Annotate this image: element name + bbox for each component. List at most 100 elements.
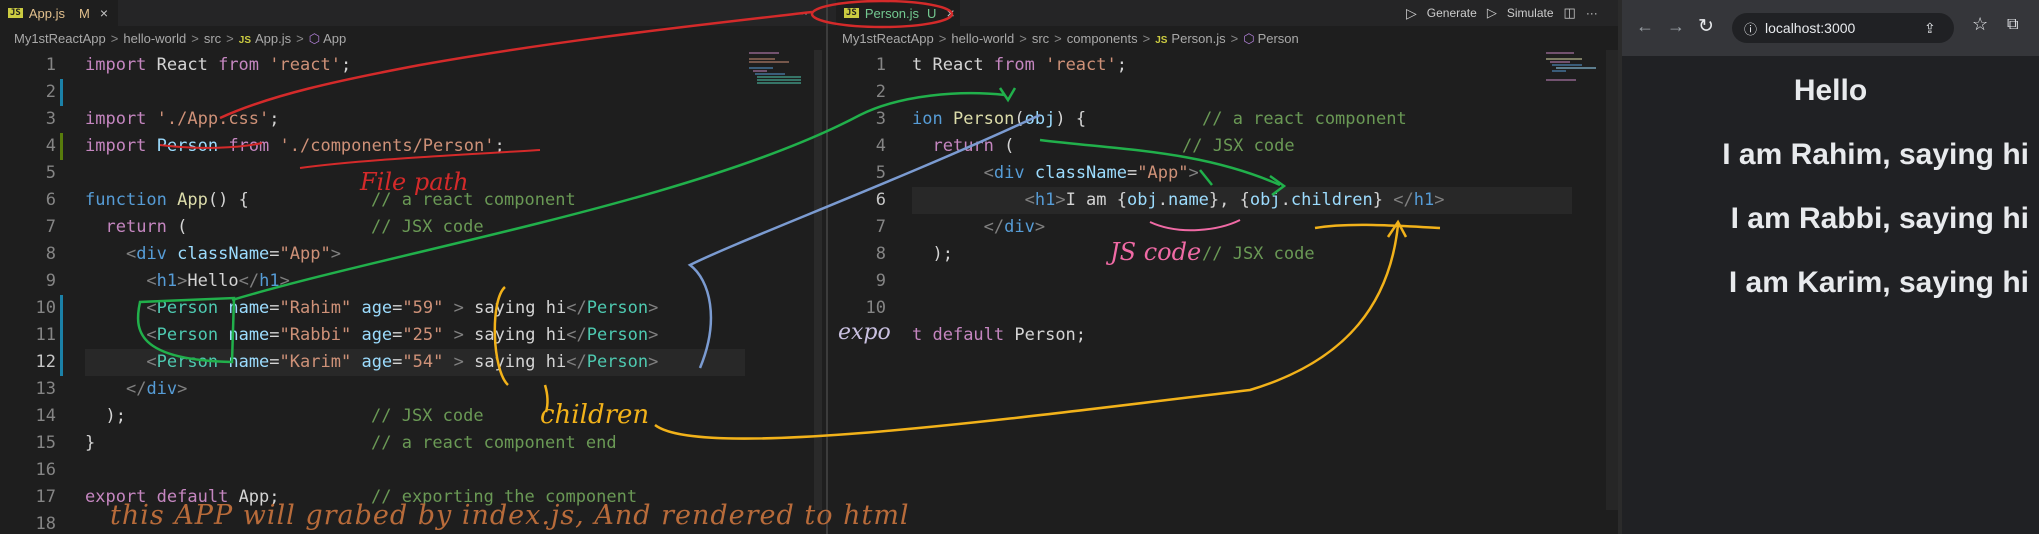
person-paragraph: I am Karim, saying hi xyxy=(1728,266,2029,299)
line-number: 1 xyxy=(875,55,886,75)
right-tab-bar: JS Person.js U × ▷ Generate ▷ Simulate ◫… xyxy=(828,0,1622,26)
code-line: import './App.css'; xyxy=(85,109,280,129)
chevron-right-icon: > xyxy=(1142,31,1151,46)
code-line: export default App;// exporting the comp… xyxy=(85,487,638,507)
js-file-icon: JS xyxy=(844,8,859,18)
untracked-badge: U xyxy=(927,5,937,21)
line-number: 14 xyxy=(35,406,56,426)
line-number: 16 xyxy=(35,460,56,480)
generate-button[interactable]: Generate xyxy=(1427,6,1477,20)
line-number: 8 xyxy=(45,244,56,264)
back-icon[interactable]: ← xyxy=(1636,16,1654,37)
git-change-marker xyxy=(60,295,63,376)
line-number: 6 xyxy=(875,190,886,210)
breadcrumb-item[interactable]: Person xyxy=(1258,31,1299,46)
line-number-gutter: 1 2 3 4 5 6 7 8 9 10 xyxy=(828,52,888,322)
simulate-icon[interactable]: ▷ xyxy=(1487,5,1497,21)
line-number: 5 xyxy=(45,163,56,183)
left-tab-actions: ··· xyxy=(796,0,808,26)
chevron-right-icon: > xyxy=(1230,31,1239,46)
code-line: ion Person(obj) {// a react component xyxy=(912,109,1407,129)
breadcrumb-item[interactable]: components xyxy=(1067,31,1138,46)
minimap[interactable] xyxy=(745,50,805,120)
site-info-icon[interactable]: ⓘ xyxy=(1744,19,1757,38)
breadcrumb-item[interactable]: hello-world xyxy=(123,31,186,46)
vertical-scrollbar[interactable] xyxy=(1606,50,1618,510)
js-file-icon: JS xyxy=(8,8,23,18)
vertical-scrollbar[interactable] xyxy=(814,50,822,510)
code-area[interactable]: t React from 'react'; ion Person(obj) {/… xyxy=(912,52,1572,349)
breadcrumb-item[interactable]: hello-world xyxy=(951,31,1014,46)
line-number: 4 xyxy=(45,136,56,156)
breadcrumb-item[interactable]: src xyxy=(204,31,221,46)
line-number: 5 xyxy=(875,163,886,183)
line-number: 10 xyxy=(865,298,886,318)
code-line: );// JSX code xyxy=(932,244,1315,264)
line-number: 17 xyxy=(35,487,56,507)
chevron-right-icon: > xyxy=(226,31,234,46)
breadcrumb-item[interactable]: Person.js xyxy=(1171,31,1225,46)
split-editor-icon[interactable]: ◫ xyxy=(1564,5,1576,21)
breadcrumb-item[interactable]: src xyxy=(1032,31,1049,46)
line-number: 13 xyxy=(35,379,56,399)
right-editor-pane: JS Person.js U × ▷ Generate ▷ Simulate ◫… xyxy=(828,0,1622,534)
line-number: 2 xyxy=(45,82,56,102)
tab-person-js[interactable]: JS Person.js U × xyxy=(836,0,960,26)
cube-icon: ⬡ xyxy=(308,31,321,46)
tab-label: Person.js xyxy=(864,5,920,21)
close-icon[interactable]: × xyxy=(100,5,108,21)
line-number: 1 xyxy=(45,55,56,75)
js-file-icon: JS xyxy=(1155,35,1168,46)
url-text: localhost:3000 xyxy=(1765,20,1856,36)
minimap[interactable] xyxy=(1542,50,1602,120)
code-line: t React from 'react'; xyxy=(912,55,1127,75)
code-line: );// JSX code xyxy=(105,406,484,426)
chevron-right-icon: > xyxy=(1054,31,1062,46)
line-number: 2 xyxy=(875,82,886,102)
js-file-icon: JS xyxy=(238,35,251,46)
code-line: <h1>Hello</h1> xyxy=(146,271,290,291)
line-number: 18 xyxy=(35,514,56,534)
bookmark-star-icon[interactable]: ☆ xyxy=(1972,14,1988,35)
chevron-right-icon: > xyxy=(938,31,947,46)
more-actions-icon[interactable]: ··· xyxy=(1586,6,1598,20)
tab-app-js[interactable]: JS App.js M × xyxy=(0,0,118,26)
breadcrumb-item[interactable]: My1stReactApp xyxy=(842,31,934,46)
modified-badge: M xyxy=(78,5,90,21)
page-viewport: Hello I am Rahim, saying hi I am Rabbi, … xyxy=(1622,56,2039,534)
code-line: }// a react component end xyxy=(85,433,617,453)
left-editor-pane: JS App.js M × ··· My1stReactApp > hello-wo… xyxy=(0,0,826,534)
breadcrumb-item[interactable]: My1stReactApp xyxy=(14,31,106,46)
code-area[interactable]: import React from 'react'; import './App… xyxy=(85,52,745,534)
chevron-right-icon: > xyxy=(110,31,119,46)
breadcrumb-item[interactable]: App xyxy=(323,31,346,46)
breadcrumb: My1stReactApp > hello-world > src > components… xyxy=(842,31,1299,49)
address-bar[interactable]: ⓘ localhost:3000 ⇪ xyxy=(1732,13,1954,43)
code-line: import React from 'react'; xyxy=(85,55,352,75)
line-number: 8 xyxy=(875,244,886,264)
share-icon[interactable]: ⇪ xyxy=(1924,20,1936,37)
simulate-button[interactable]: Simulate xyxy=(1507,6,1554,20)
play-icon[interactable]: ▷ xyxy=(1406,5,1417,22)
browser-toolbar: ← → ↻ ⓘ localhost:3000 ⇪ ☆ ⧉ xyxy=(1622,0,2039,56)
more-actions-icon[interactable]: ··· xyxy=(796,6,808,20)
breadcrumb-item[interactable]: App.js xyxy=(255,31,291,46)
line-number: 9 xyxy=(45,271,56,291)
code-line: <Person name="Rahim" age="59" > saying h… xyxy=(146,298,659,318)
close-icon[interactable]: × xyxy=(946,5,954,21)
code-line: <h1>I am {obj.name}, {obj.children} </h1… xyxy=(912,187,1572,214)
left-tab-bar: JS App.js M × ··· xyxy=(0,0,826,26)
line-number: 12 xyxy=(35,352,56,372)
person-paragraph: I am Rabbi, saying hi xyxy=(1730,202,2029,235)
code-line: import Person from './components/Person'… xyxy=(85,136,505,156)
line-number: 11 xyxy=(35,325,56,345)
extensions-icon[interactable]: ⧉ xyxy=(2007,16,2018,34)
chevron-right-icon: > xyxy=(296,31,304,46)
forward-icon[interactable]: → xyxy=(1667,16,1685,37)
reload-icon[interactable]: ↻ xyxy=(1698,15,1714,38)
